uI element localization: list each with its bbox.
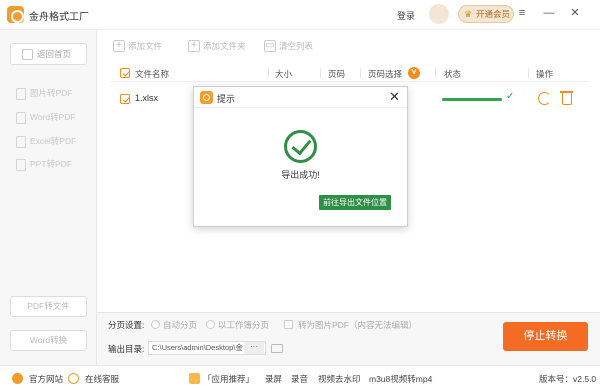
header-divider <box>360 68 361 78</box>
clear-list-button[interactable]: ▭ 清空列表 <box>264 39 313 54</box>
add-folder-label: 添加文件夹 <box>203 41 246 51</box>
header-name: 文件名称 <box>135 69 170 79</box>
header-divider <box>320 68 321 78</box>
minimize-icon[interactable]: — <box>542 6 556 20</box>
header-size: 大小 <box>275 69 293 79</box>
sidebar-item-word-to-pdf[interactable]: Word转PDF <box>16 110 76 124</box>
online-service-link[interactable]: 在线客服 <box>85 373 119 385</box>
word-convert-button[interactable]: Word转换 <box>10 330 87 351</box>
official-site-link[interactable]: 官方网站 <box>29 373 63 385</box>
select-all-checkbox[interactable] <box>120 68 130 78</box>
back-home-button[interactable]: 返回首页 <box>10 43 87 65</box>
headset-icon <box>68 373 79 384</box>
folder-icon[interactable] <box>271 344 283 353</box>
output-dir-label: 输出目录: <box>108 344 145 354</box>
add-file-button[interactable]: + 添加文件 <box>113 39 162 54</box>
refresh-icon[interactable] <box>538 92 551 105</box>
dialog-title: 提示 <box>217 94 236 104</box>
clear-list-label: 清空列表 <box>279 41 314 51</box>
pdf-to-file-button[interactable]: PDF转文件 <box>10 296 87 317</box>
plus-icon: + <box>113 40 125 52</box>
vip-button[interactable]: 开通会员 <box>458 5 514 23</box>
version-label: 版本号：v2.5.0 <box>539 374 597 384</box>
open-export-location-button[interactable]: 前往导出文件位置 <box>319 195 391 210</box>
to-image-pdf-checkbox[interactable] <box>284 320 293 329</box>
avatar[interactable] <box>429 4 449 24</box>
menu-icon[interactable]: ≡ <box>515 6 529 20</box>
sidebar-item-excel-to-pdf[interactable]: Excel转PDF <box>16 134 76 148</box>
gift-icon <box>189 373 200 384</box>
app-logo-icon <box>200 91 213 104</box>
record-audio-link[interactable]: 录音 <box>291 373 308 385</box>
header-divider <box>435 68 436 78</box>
header-divider <box>268 68 269 78</box>
sidebar: 返回首页 图片转PDF Word转PDF Excel转PDF PPT转PDF P… <box>0 30 97 365</box>
dialog-message: 导出成功! <box>281 170 320 180</box>
close-icon[interactable]: ✕ <box>568 6 582 20</box>
table-header: 文件名称 大小 页码 页码选择 状态 操作 <box>110 64 590 82</box>
sheet-paging-radio[interactable] <box>206 320 215 329</box>
vip-badge-icon: V <box>408 67 420 79</box>
login-link[interactable]: 登录 <box>397 9 415 22</box>
app-logo-icon <box>7 6 24 23</box>
file-name: 1.xlsx <box>135 93 159 103</box>
clear-icon: ▭ <box>264 40 276 52</box>
video-watermark-link[interactable]: 视频去水印 <box>318 373 361 385</box>
header-pages: 页码 <box>328 69 346 79</box>
sidebar-item-ppt-to-pdf[interactable]: PPT转PDF <box>16 157 72 171</box>
header-status: 状态 <box>444 69 462 79</box>
status-bar: 官方网站 在线客服 「应用推荐」 录屏 录音 视频去水印 m3u8视频转mp4 … <box>0 365 600 390</box>
trash-icon[interactable] <box>560 91 573 105</box>
progress-bar <box>442 98 502 101</box>
stop-convert-button[interactable]: 停止转换 <box>503 322 588 351</box>
m3u8-to-mp4-link[interactable]: m3u8视频转mp4 <box>369 373 432 385</box>
folder-plus-icon: + <box>188 40 200 52</box>
check-icon: ✓ <box>506 91 515 102</box>
header-divider <box>528 68 529 78</box>
auto-paging-radio[interactable] <box>151 320 160 329</box>
success-dialog: 提示 ✕ 导出成功! 前往导出文件位置 <box>193 86 408 227</box>
app-title: 金舟格式工厂 <box>29 12 89 23</box>
auto-paging-label[interactable]: 自动分页 <box>163 319 197 331</box>
success-check-icon <box>284 130 317 163</box>
header-actions: 操作 <box>536 69 554 79</box>
to-image-pdf-label[interactable]: 转为图片PDF（内容无法编辑） <box>298 319 417 331</box>
browse-more-button[interactable]: ··· <box>244 342 264 354</box>
title-bar: 金舟格式工厂 登录 开通会员 ≡ — ✕ <box>0 0 600 30</box>
add-file-label: 添加文件 <box>128 41 163 51</box>
add-folder-button[interactable]: + 添加文件夹 <box>188 39 246 54</box>
row-checkbox[interactable] <box>120 94 130 104</box>
paging-label: 分页设置: <box>108 320 145 330</box>
sheet-paging-label[interactable]: 以工作簿分页 <box>218 319 269 331</box>
dialog-close-icon[interactable]: ✕ <box>389 89 400 105</box>
header-page-select: 页码选择 <box>368 69 403 79</box>
dialog-header: 提示 ✕ <box>194 87 407 108</box>
website-icon <box>12 373 23 384</box>
record-screen-link[interactable]: 录屏 <box>265 373 282 385</box>
sidebar-item-image-to-pdf[interactable]: 图片转PDF <box>16 86 73 100</box>
app-recommend-link[interactable]: 「应用推荐」 <box>203 373 254 385</box>
